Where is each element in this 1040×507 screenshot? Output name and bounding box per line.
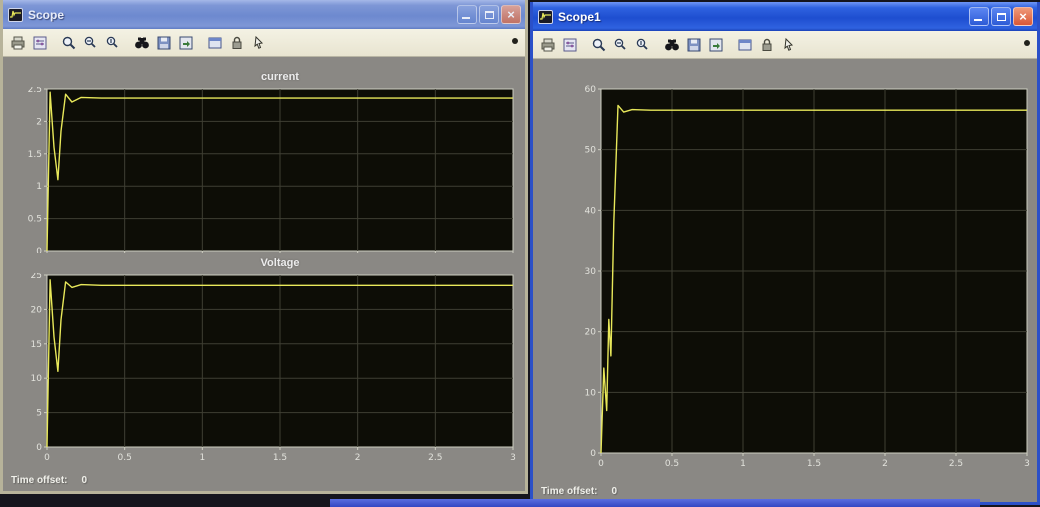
- minimize-icon: [462, 17, 470, 19]
- current-plot-canvas[interactable]: 0 0.5 1 1.5 2 2.5: [15, 87, 517, 253]
- toolbar-overflow[interactable]: [512, 38, 518, 44]
- svg-text:2.5: 2.5: [949, 459, 963, 469]
- print-icon[interactable]: [537, 35, 558, 55]
- autoscale-icon[interactable]: [661, 35, 682, 55]
- svg-text:20: 20: [585, 328, 597, 338]
- signal-selection-icon[interactable]: [248, 33, 269, 53]
- svg-text:3: 3: [1024, 459, 1030, 469]
- scope-toolbar: [3, 29, 525, 57]
- svg-text:60: 60: [585, 85, 597, 95]
- svg-text:3: 3: [510, 453, 516, 463]
- voltage-plot-canvas[interactable]: 0 5 10 15 20 25 0 0.5 1 1.5 2 2.5 3: [15, 273, 517, 467]
- autoscale-icon[interactable]: [131, 33, 152, 53]
- svg-text:1.5: 1.5: [807, 459, 821, 469]
- zoom-icon[interactable]: [588, 35, 609, 55]
- svg-text:1: 1: [740, 459, 746, 469]
- maximize-icon: [484, 10, 494, 19]
- scope1-plot-canvas[interactable]: 0 10 20 30 40 50 60 0 0.5 1 1.5 2 2.5 3: [567, 83, 1033, 473]
- lock-axes-icon[interactable]: [756, 35, 777, 55]
- svg-text:0: 0: [36, 247, 42, 253]
- svg-text:1.5: 1.5: [273, 453, 287, 463]
- svg-text:2: 2: [882, 459, 888, 469]
- plot-title-voltage: Voltage: [260, 257, 300, 269]
- scope1-plot-area: 0 10 20 30 40 50 60 0 0.5 1 1.5 2 2.5 3: [533, 59, 1037, 480]
- floating-scope-icon[interactable]: [734, 35, 755, 55]
- scope-window: Scope × current 0 0.5 1 1.5 2 2.5 Voltag…: [0, 0, 528, 494]
- close-icon: ×: [507, 7, 515, 22]
- close-icon: ×: [1019, 9, 1027, 24]
- maximize-icon: [996, 12, 1006, 21]
- svg-text:10: 10: [31, 374, 43, 384]
- svg-text:40: 40: [585, 206, 597, 216]
- svg-text:1: 1: [36, 182, 42, 192]
- svg-text:2.5: 2.5: [428, 453, 442, 463]
- lock-axes-icon[interactable]: [226, 33, 247, 53]
- zoom-y-icon[interactable]: [632, 35, 653, 55]
- zoom-x-icon[interactable]: [80, 33, 101, 53]
- time-offset-value: 0: [81, 474, 88, 486]
- maximize-button[interactable]: [479, 5, 499, 24]
- svg-text:0: 0: [36, 443, 42, 453]
- svg-text:0.5: 0.5: [665, 459, 679, 469]
- svg-text:1.5: 1.5: [28, 150, 42, 160]
- window-title: Scope: [28, 7, 65, 22]
- scope-app-icon: [8, 7, 23, 22]
- maximize-button[interactable]: [991, 7, 1011, 26]
- zoom-y-icon[interactable]: [102, 33, 123, 53]
- signal-selection-icon[interactable]: [778, 35, 799, 55]
- save-axes-icon[interactable]: [153, 33, 174, 53]
- svg-text:0: 0: [598, 459, 604, 469]
- desktop: Scope × current 0 0.5 1 1.5 2 2.5 Voltag…: [0, 0, 1040, 507]
- svg-text:10: 10: [585, 388, 597, 398]
- print-icon[interactable]: [7, 33, 28, 53]
- svg-text:20: 20: [31, 305, 43, 315]
- close-button[interactable]: ×: [1013, 7, 1033, 26]
- taskbar-fragment: [330, 499, 980, 507]
- minimize-icon: [974, 19, 982, 21]
- scope1-toolbar: [533, 31, 1037, 59]
- svg-text:25: 25: [31, 273, 42, 281]
- time-offset-label: Time offset:: [541, 485, 598, 497]
- svg-text:2: 2: [355, 453, 361, 463]
- scope-statusbar: Time offset: 0: [3, 469, 525, 491]
- minimize-button[interactable]: [457, 5, 477, 24]
- minimize-button[interactable]: [969, 7, 989, 26]
- svg-text:1: 1: [199, 453, 205, 463]
- window-title: Scope1: [558, 9, 601, 24]
- time-offset-value: 0: [611, 485, 618, 497]
- svg-text:30: 30: [585, 267, 597, 277]
- save-axes-icon[interactable]: [683, 35, 704, 55]
- svg-text:0.5: 0.5: [118, 453, 132, 463]
- svg-text:0.5: 0.5: [28, 215, 42, 225]
- scope1-titlebar[interactable]: Scope1 ×: [533, 2, 1037, 31]
- scope-titlebar[interactable]: Scope ×: [3, 0, 525, 29]
- scope-plot-area: current 0 0.5 1 1.5 2 2.5 Voltage 0 5 10 15 20 25 0…: [3, 57, 525, 469]
- restore-axes-icon[interactable]: [705, 35, 726, 55]
- svg-text:15: 15: [31, 340, 42, 350]
- zoom-x-icon[interactable]: [610, 35, 631, 55]
- svg-text:2.5: 2.5: [28, 87, 42, 95]
- restore-axes-icon[interactable]: [175, 33, 196, 53]
- zoom-icon[interactable]: [58, 33, 79, 53]
- parameters-icon[interactable]: [29, 33, 50, 53]
- parameters-icon[interactable]: [559, 35, 580, 55]
- svg-text:0: 0: [44, 453, 50, 463]
- toolbar-overflow[interactable]: [1024, 40, 1030, 46]
- svg-text:2: 2: [36, 117, 42, 127]
- plot-title-current: current: [261, 71, 299, 83]
- svg-text:50: 50: [585, 146, 597, 156]
- floating-scope-icon[interactable]: [204, 33, 225, 53]
- close-button[interactable]: ×: [501, 5, 521, 24]
- svg-text:0: 0: [590, 449, 596, 459]
- svg-text:5: 5: [36, 409, 42, 419]
- scope1-window: Scope1 × 0 10 20 30 40 50 60 0 0.5 1 1.5…: [530, 2, 1040, 505]
- scope-app-icon: [538, 9, 553, 24]
- time-offset-label: Time offset:: [11, 474, 68, 486]
